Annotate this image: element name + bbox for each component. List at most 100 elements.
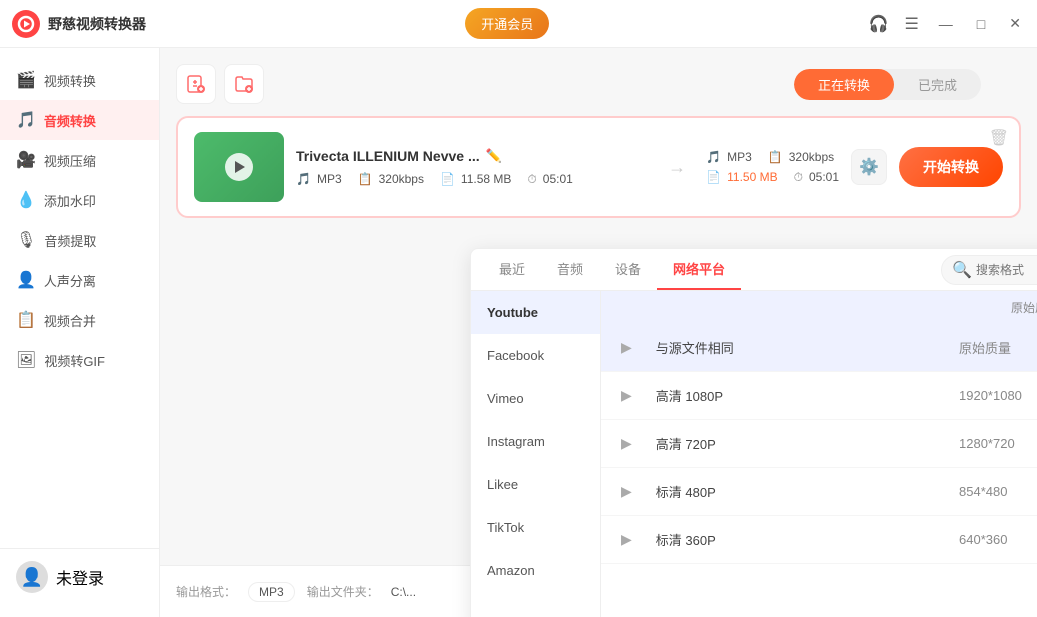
tab-device[interactable]: 设备 — [599, 249, 657, 290]
settings-button[interactable]: ⚙️ — [851, 149, 887, 185]
src-duration: 05:01 — [543, 172, 573, 186]
quality-row-1[interactable]: ▶ 高清 1080P 1920*1080 — [601, 372, 1037, 420]
titlebar: 野慈视频转换器 开通会员 🎧 ☰ — □ ✕ — [0, 0, 1037, 48]
tab-converting[interactable]: 正在转换 — [794, 69, 894, 100]
sidebar-label-add-watermark: 添加水印 — [44, 191, 96, 210]
src-bitrate-group: 📋 320kbps — [358, 172, 424, 186]
main-layout: 🎬 视频转换 🎵 音频转换 🎥 视频压缩 💧 添加水印 🎙 音频提取 👤 人声分… — [0, 48, 1037, 617]
sidebar-label-video-to-gif: 视频转GIF — [44, 351, 105, 370]
file-card: Trivecta ILLENIUM Nevve ... ✏️ 🎵 MP3 📋 3… — [176, 116, 1021, 218]
format-panel: 最近 音频 设备 网络平台 🔍 Youtube Facebook Vimeo I… — [470, 248, 1037, 617]
vip-button[interactable]: 开通会员 — [465, 8, 549, 39]
quality-header-res: 原始质量 — [1011, 299, 1037, 316]
sidebar-item-add-watermark[interactable]: 💧 添加水印 — [0, 180, 159, 220]
tab-platform[interactable]: 网络平台 — [657, 249, 741, 290]
sidebar-item-video-merge[interactable]: 📋 视频合并 — [0, 300, 159, 340]
quality-icon-4: ▶ — [621, 531, 632, 548]
titlebar-right: 🎧 ☰ — □ ✕ — [869, 14, 1025, 34]
quality-res-3: 854*480 — [959, 484, 1037, 499]
video-to-gif-icon: 🖼 — [16, 350, 36, 370]
format-tabs: 最近 音频 设备 网络平台 🔍 — [471, 249, 1037, 291]
dst-duration: 05:01 — [809, 170, 839, 184]
folder-val[interactable]: C:\... — [391, 585, 416, 599]
add-file-button[interactable] — [176, 64, 216, 104]
quality-icon-2: ▶ — [621, 435, 632, 452]
tab-recent[interactable]: 最近 — [483, 249, 541, 290]
vocal-separate-icon: 👤 — [16, 270, 36, 290]
play-icon — [225, 153, 253, 181]
add-folder-button[interactable] — [224, 64, 264, 104]
audio-extract-icon: 🎙 — [16, 230, 36, 250]
sidebar-label-audio-convert: 音频转换 — [44, 111, 96, 130]
quality-res-2: 1280*720 — [959, 436, 1037, 451]
tab-audio[interactable]: 音频 — [541, 249, 599, 290]
quality-icon-3: ▶ — [621, 483, 632, 500]
close-button[interactable]: ✕ — [1005, 15, 1025, 32]
dst-duration-icon: ⏱ — [794, 170, 803, 185]
quality-row-3[interactable]: ▶ 标清 480P 854*480 — [601, 468, 1037, 516]
tab-completed[interactable]: 已完成 — [894, 69, 981, 100]
dst-size-group: 📄 11.50 MB — [706, 170, 777, 184]
quality-name-2: 高清 720P — [656, 434, 939, 453]
duration-icon: ⏱ — [527, 172, 536, 187]
platform-item-amazon[interactable]: Amazon — [471, 549, 600, 592]
format-search[interactable]: 🔍 — [941, 255, 1037, 285]
headset-icon[interactable]: 🎧 — [869, 14, 889, 34]
platform-item-vimeo[interactable]: Vimeo — [471, 377, 600, 420]
sidebar-item-video-to-gif[interactable]: 🖼 视频转GIF — [0, 340, 159, 380]
quality-row-0[interactable]: ▶ 与源文件相同 原始质量 — [601, 324, 1037, 372]
user-label: 未登录 — [56, 565, 104, 589]
minimize-button[interactable]: — — [935, 16, 957, 32]
sidebar-label-vocal-separate: 人声分离 — [44, 271, 96, 290]
file-info: Trivecta ILLENIUM Nevve ... ✏️ 🎵 MP3 📋 3… — [296, 148, 648, 187]
maximize-button[interactable]: □ — [973, 16, 989, 32]
search-icon: 🔍 — [952, 260, 972, 280]
src-bitrate: 320kbps — [379, 172, 424, 186]
sidebar-item-audio-extract[interactable]: 🎙 音频提取 — [0, 220, 159, 260]
platform-item-likee[interactable]: Likee — [471, 463, 600, 506]
format-body: Youtube Facebook Vimeo Instagram Likee T… — [471, 291, 1037, 617]
platform-item-facebook[interactable]: Facebook — [471, 334, 600, 377]
quality-row-4[interactable]: ▶ 标清 360P 640*360 — [601, 516, 1037, 564]
dst-size-icon: 📄 — [706, 170, 721, 184]
sidebar-item-audio-convert[interactable]: 🎵 音频转换 — [0, 100, 159, 140]
video-compress-icon: 🎥 — [16, 150, 36, 170]
file-name: Trivecta ILLENIUM Nevve ... ✏️ — [296, 148, 648, 164]
sidebar-item-video-compress[interactable]: 🎥 视频压缩 — [0, 140, 159, 180]
dst-format-group: 🎵 MP3 — [706, 150, 752, 164]
search-input[interactable] — [976, 263, 1037, 277]
sidebar-item-vocal-separate[interactable]: 👤 人声分离 — [0, 260, 159, 300]
quality-res-0: 原始质量 — [959, 338, 1037, 357]
menu-icon[interactable]: ☰ — [904, 14, 918, 34]
platform-list: Youtube Facebook Vimeo Instagram Likee T… — [471, 291, 601, 617]
avatar: 👤 — [16, 561, 48, 593]
dst-duration-group: ⏱ 05:01 — [794, 170, 839, 185]
file-thumbnail — [194, 132, 284, 202]
bitrate-icon: 📋 — [358, 172, 373, 186]
quality-list: 原始质量 ▶ 与源文件相同 原始质量 ▶ 高清 1080P 1920*1080 … — [601, 291, 1037, 617]
play-triangle-icon — [235, 161, 245, 173]
sidebar-user[interactable]: 👤 未登录 — [0, 548, 159, 605]
video-merge-icon: 📋 — [16, 310, 36, 330]
dst-format-icon: 🎵 — [706, 150, 721, 164]
folder-label: 输出文件夹： — [307, 583, 379, 600]
dst-format: MP3 — [727, 150, 752, 164]
platform-item-youtube[interactable]: Youtube — [471, 291, 600, 334]
delete-icon[interactable]: 🗑 — [989, 128, 1009, 148]
quality-res-4: 640*360 — [959, 532, 1037, 547]
format-val[interactable]: MP3 — [248, 582, 295, 602]
app-title: 野慈视频转换器 — [48, 14, 146, 34]
dst-bitrate-icon: 📋 — [768, 150, 783, 164]
format-label: 输出格式： — [176, 583, 236, 600]
edit-icon[interactable]: ✏️ — [486, 148, 502, 164]
platform-item-instagram[interactable]: Instagram — [471, 420, 600, 463]
convert-button[interactable]: 开始转换 — [899, 147, 1003, 187]
size-icon: 📄 — [440, 172, 455, 186]
video-convert-icon: 🎬 — [16, 70, 36, 90]
toolbar: 正在转换 已完成 — [176, 64, 1021, 104]
quality-icon-0: ▶ — [621, 339, 632, 356]
quality-row-2[interactable]: ▶ 高清 720P 1280*720 — [601, 420, 1037, 468]
platform-item-tiktok[interactable]: TikTok — [471, 506, 600, 549]
main-area: 正在转换 已完成 Trivecta ILLENIUM Nevve ... ✏️ … — [160, 48, 1037, 617]
sidebar-item-video-convert[interactable]: 🎬 视频转换 — [0, 60, 159, 100]
